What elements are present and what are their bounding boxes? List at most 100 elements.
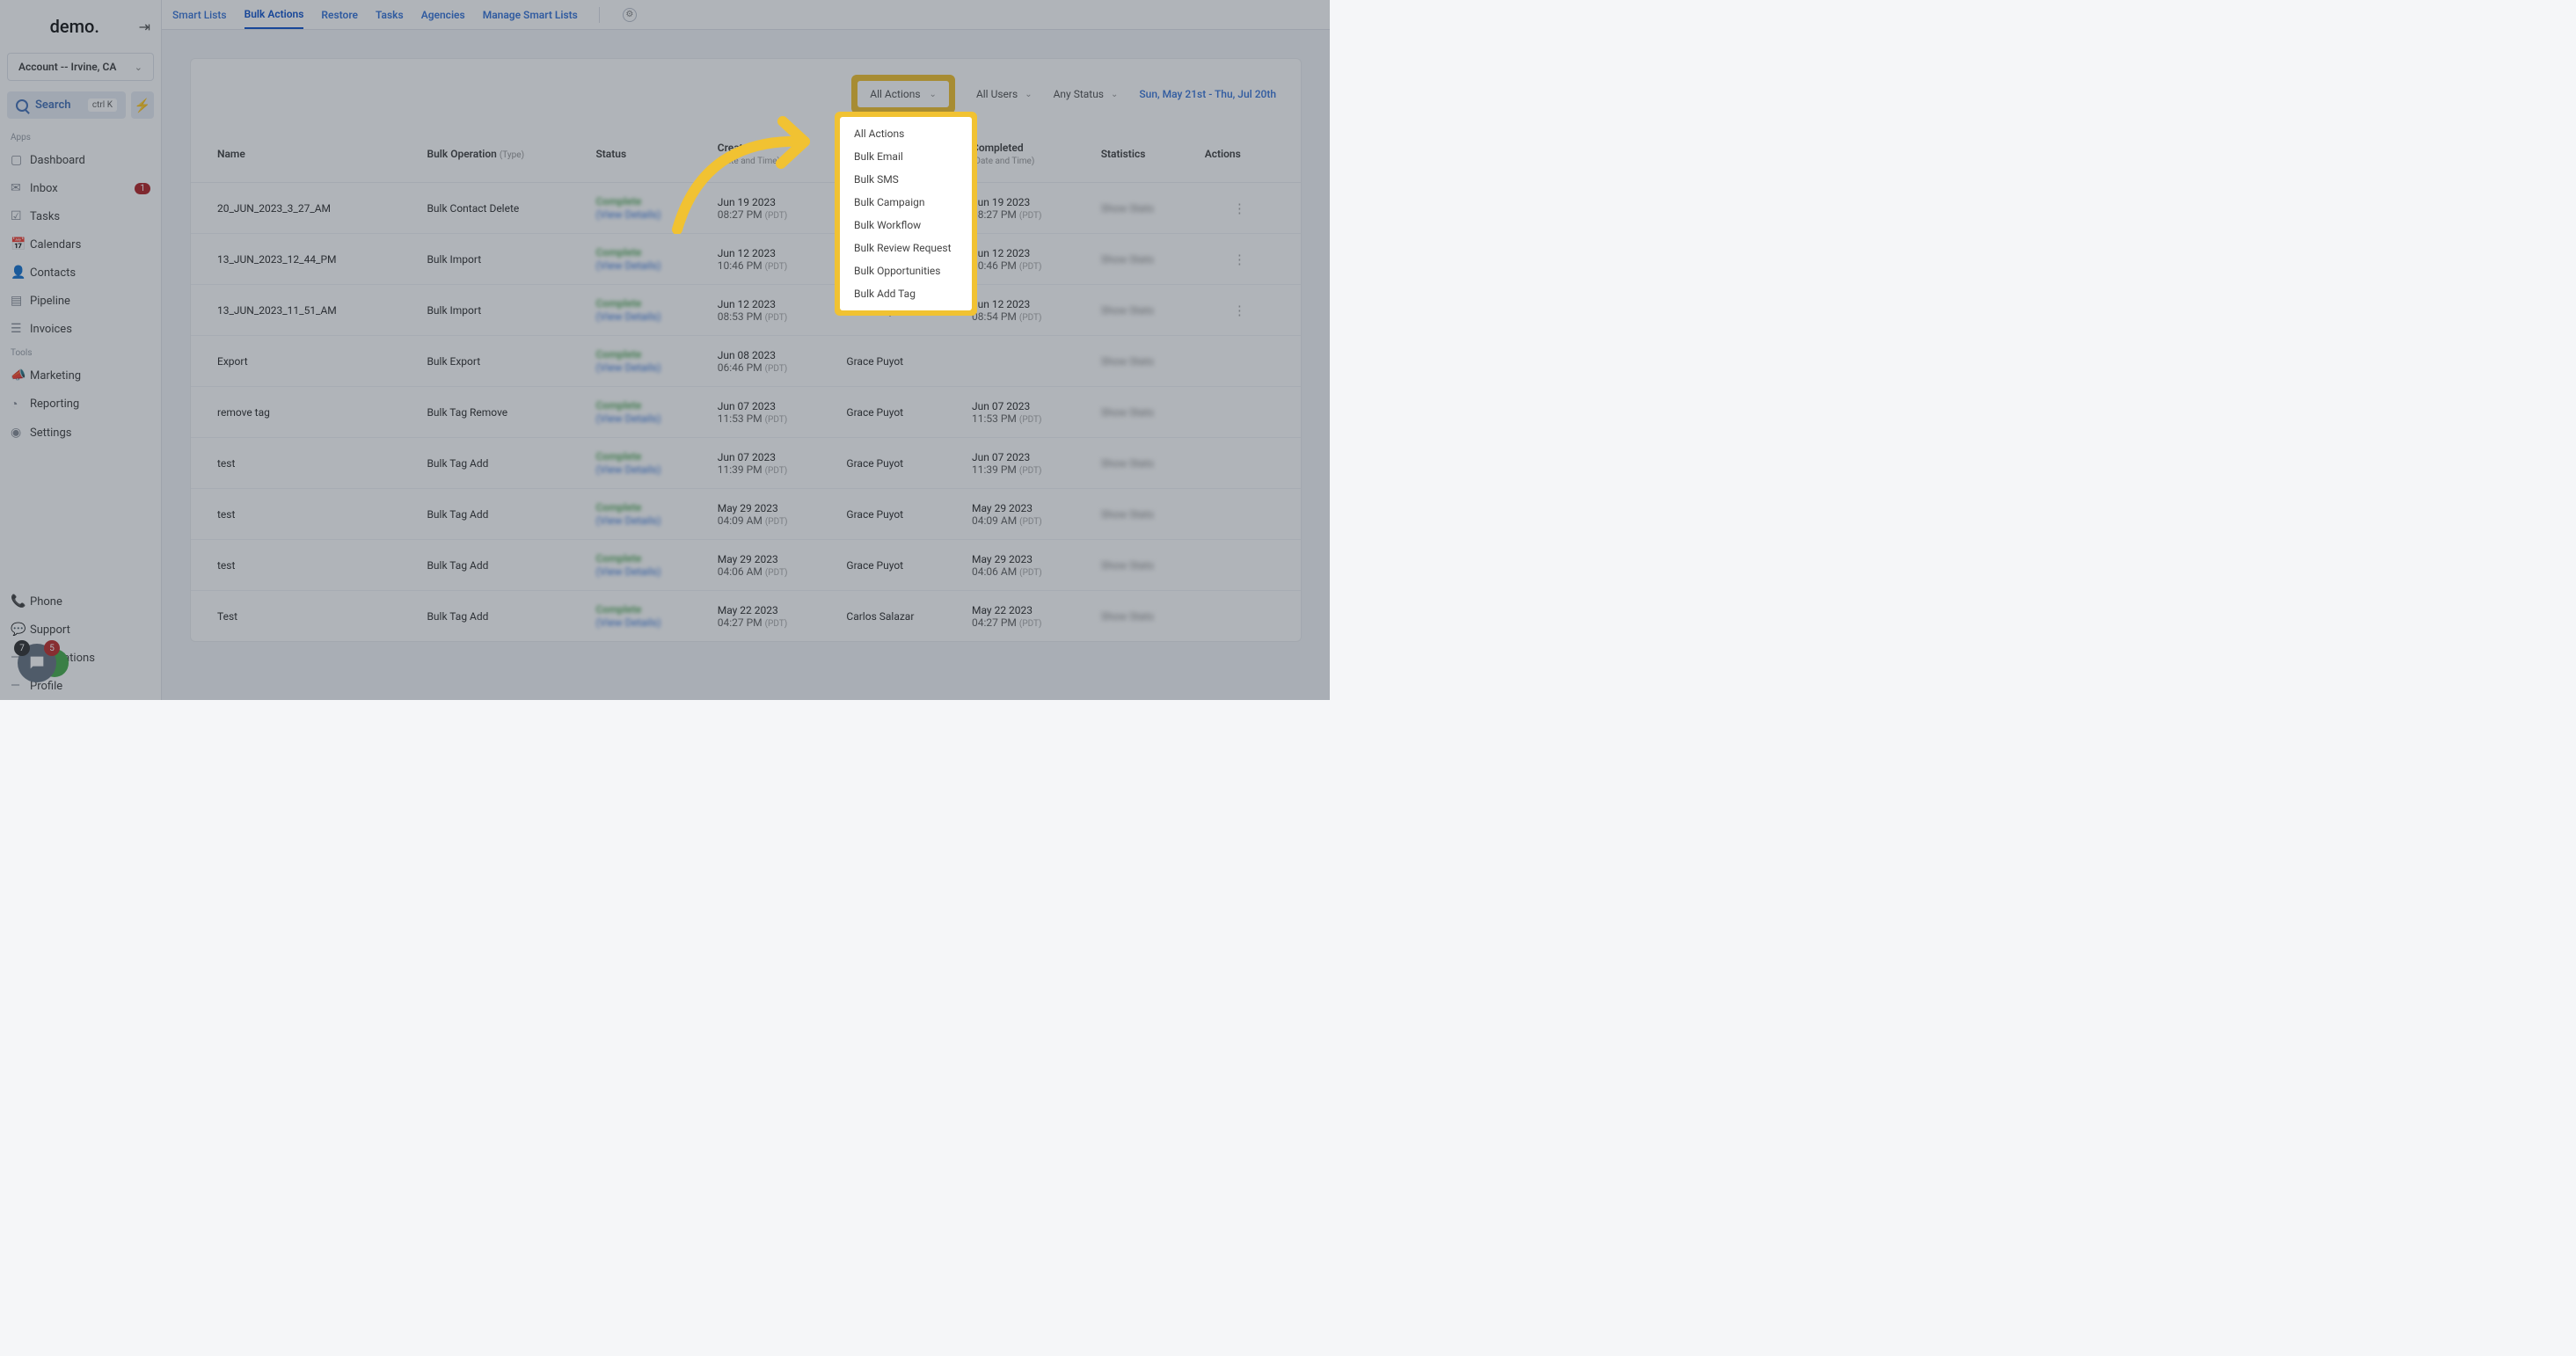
cell-operation: Bulk Tag Add (418, 540, 587, 591)
row-actions-menu[interactable]: ⋮ (1196, 234, 1301, 285)
nav-label: Dashboard (30, 154, 150, 167)
tab-tasks[interactable]: Tasks (376, 2, 404, 28)
cell-status: Complete(View Details) (587, 540, 708, 591)
sidebar-item-settings[interactable]: ◉Settings (0, 419, 161, 447)
sidebar-item-marketing[interactable]: 📣Marketing (0, 361, 161, 390)
account-selector[interactable]: Account -- Irvine, CA ⌄ (7, 53, 154, 81)
tab-agencies[interactable]: Agencies (421, 2, 465, 28)
col-statistics: Statistics (1092, 129, 1196, 183)
tabbar: Smart Lists Bulk Actions Restore Tasks Agenc… (162, 0, 1330, 30)
all-actions-highlight: All Actions ⌄ (851, 75, 955, 113)
cell-statistics[interactable]: Show Stats (1092, 285, 1196, 336)
nav-icon: 👤 (11, 266, 30, 280)
dropdown-item-bulk-review-request[interactable]: Bulk Review Request (840, 237, 972, 259)
cell-name: 20_JUN_2023_3_27_AM (191, 183, 418, 234)
cell-by: Grace Puyot (837, 489, 963, 540)
dropdown-item-bulk-workflow[interactable]: Bulk Workflow (840, 214, 972, 237)
tab-smart-lists[interactable]: Smart Lists (172, 2, 227, 28)
chat-widget[interactable]: 7 5 (18, 644, 69, 682)
cell-created: May 22 202304:27 PM (PDT) (709, 591, 838, 642)
table-row: 13_JUN_2023_12_44_PMBulk ImportComplete(… (191, 234, 1301, 285)
table-row: ExportBulk ExportComplete(View Details)J… (191, 336, 1301, 387)
cell-statistics[interactable]: Show Stats (1092, 336, 1196, 387)
sidebar-item-tasks[interactable]: ☑Tasks (0, 202, 161, 230)
cell-completed: May 29 202304:06 AM (PDT) (963, 540, 1092, 591)
nav-icon: 📞 (11, 594, 30, 609)
cell-statistics[interactable]: Show Stats (1092, 183, 1196, 234)
all-actions-label: All Actions (870, 88, 920, 100)
sidebar-item-calendars[interactable]: 📅Calendars (0, 230, 161, 259)
dropdown-item-bulk-sms[interactable]: Bulk SMS (840, 168, 972, 191)
cell-status: Complete(View Details) (587, 438, 708, 489)
cell-name: 13_JUN_2023_12_44_PM (191, 234, 418, 285)
cell-status: Complete(View Details) (587, 336, 708, 387)
tools-section-label: Tools (0, 343, 161, 361)
chat-badge-dark: 7 (14, 640, 30, 656)
cell-name: 13_JUN_2023_11_51_AM (191, 285, 418, 336)
cell-by: Grace Puyot (837, 540, 963, 591)
cell-created: Jun 12 202310:46 PM (PDT) (709, 234, 838, 285)
cell-name: test (191, 489, 418, 540)
sidebar-item-pipeline[interactable]: ▤Pipeline (0, 287, 161, 315)
search-input[interactable]: Search ctrl K (7, 91, 126, 119)
tab-restore[interactable]: Restore (321, 2, 358, 28)
cell-completed: Jun 12 202310:46 PM (PDT) (963, 234, 1092, 285)
nav-label: Calendars (30, 238, 150, 252)
col-actions: Actions (1196, 129, 1301, 183)
cell-statistics[interactable]: Show Stats (1092, 540, 1196, 591)
sidebar-collapse-icon[interactable]: ⇥ (139, 18, 150, 35)
date-range-filter[interactable]: Sun, May 21st - Thu, Jul 20th (1139, 88, 1276, 100)
tab-manage-smart-lists[interactable]: Manage Smart Lists (483, 2, 578, 28)
cell-status: Complete(View Details) (587, 387, 708, 438)
sidebar-item-inbox[interactable]: ✉Inbox1 (0, 174, 161, 202)
cell-name: Test (191, 591, 418, 642)
divider (599, 7, 600, 23)
cell-completed: Jun 07 202311:39 PM (PDT) (963, 438, 1092, 489)
cell-name: remove tag (191, 387, 418, 438)
cell-statistics[interactable]: Show Stats (1092, 387, 1196, 438)
cell-created: Jun 07 202311:39 PM (PDT) (709, 438, 838, 489)
all-actions-filter[interactable]: All Actions ⌄ (857, 81, 949, 107)
chevron-down-icon: ⌄ (135, 62, 142, 73)
sidebar-item-dashboard[interactable]: ▢Dashboard (0, 146, 161, 174)
cell-operation: Bulk Import (418, 234, 587, 285)
sidebar-item-reporting[interactable]: ◔Reporting (0, 390, 161, 419)
sidebar-item-contacts[interactable]: 👤Contacts (0, 259, 161, 287)
bulk-actions-card: All Actions ⌄ All Users ⌄ Any Status ⌄ S… (190, 58, 1302, 642)
col-operation: Bulk Operation (Type) (418, 129, 587, 183)
nav-icon: ☰ (11, 322, 30, 336)
cell-status: Complete(View Details) (587, 489, 708, 540)
cell-name: test (191, 540, 418, 591)
tab-bulk-actions[interactable]: Bulk Actions (244, 1, 304, 29)
sidebar-item-phone[interactable]: 📞Phone (0, 587, 161, 616)
nav-label: Settings (30, 426, 150, 440)
bolt-button[interactable]: ⚡ (131, 91, 154, 119)
cell-statistics[interactable]: Show Stats (1092, 438, 1196, 489)
all-users-filter[interactable]: All Users ⌄ (976, 88, 1033, 100)
row-actions-menu[interactable]: ⋮ (1196, 183, 1301, 234)
dropdown-item-bulk-campaign[interactable]: Bulk Campaign (840, 191, 972, 214)
search-icon (16, 99, 28, 112)
cell-status: Complete(View Details) (587, 591, 708, 642)
sidebar-item-support[interactable]: 💬Support (0, 616, 161, 644)
any-status-filter[interactable]: Any Status ⌄ (1054, 88, 1119, 100)
chat-bubble-icon[interactable]: 7 5 (18, 644, 56, 682)
gear-icon[interactable]: ⚙ (623, 8, 637, 22)
cell-statistics[interactable]: Show Stats (1092, 234, 1196, 285)
row-actions-menu[interactable]: ⋮ (1196, 285, 1301, 336)
cell-by: Carlos Salazar (837, 591, 963, 642)
cell-operation: Bulk Import (418, 285, 587, 336)
dropdown-item-bulk-add-tag[interactable]: Bulk Add Tag (840, 282, 972, 305)
all-actions-dropdown: All ActionsBulk EmailBulk SMSBulk Campai… (840, 117, 972, 310)
chevron-down-icon: ⌄ (930, 90, 937, 99)
cell-statistics[interactable]: Show Stats (1092, 489, 1196, 540)
dropdown-item-bulk-email[interactable]: Bulk Email (840, 145, 972, 168)
cell-statistics[interactable]: Show Stats (1092, 591, 1196, 642)
nav-icon: ◔ (11, 397, 30, 412)
col-name: Name (191, 129, 418, 183)
cell-operation: Bulk Tag Add (418, 438, 587, 489)
sidebar-item-invoices[interactable]: ☰Invoices (0, 315, 161, 343)
dropdown-item-bulk-opportunities[interactable]: Bulk Opportunities (840, 259, 972, 282)
nav-label: Invoices (30, 323, 150, 336)
dropdown-item-all-actions[interactable]: All Actions (840, 122, 972, 145)
